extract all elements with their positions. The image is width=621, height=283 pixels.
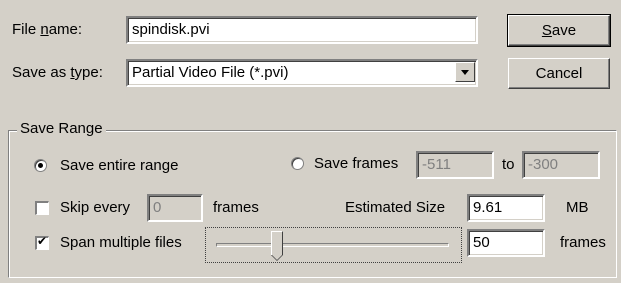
span-frames-input[interactable]: 50 [467, 229, 545, 257]
save-as-type-value: Partial Video File (*.pvi) [132, 64, 289, 81]
slider-thumb[interactable] [271, 231, 284, 261]
span-multiple-files-checkbox[interactable] [35, 234, 49, 250]
skip-every-label: Skip every [60, 199, 131, 216]
skip-every-unit: frames [213, 199, 259, 216]
save-frames-to-input[interactable]: -300 [522, 151, 600, 179]
save-frames-from-input[interactable]: -511 [416, 151, 494, 179]
skip-every-input[interactable]: 0 [147, 194, 203, 222]
skip-every-checkbox[interactable] [35, 201, 49, 215]
span-multiple-files-label: Span multiple files [60, 234, 182, 251]
save-entire-range-radio[interactable] [34, 159, 47, 172]
save-frames-label: Save frames [314, 155, 399, 172]
save-button[interactable]: Save [507, 14, 611, 47]
save-as-type-select[interactable]: Partial Video File (*.pvi) [126, 59, 478, 87]
estimated-size-label: Estimated Size [345, 199, 446, 216]
span-size-slider[interactable] [205, 227, 462, 263]
save-entire-range-label: Save entire range [60, 157, 179, 174]
estimated-size-unit: MB [566, 199, 589, 216]
estimated-size-field: 9.61 [467, 194, 545, 222]
cancel-button[interactable]: Cancel [508, 58, 610, 89]
save-frames-radio[interactable] [291, 157, 304, 170]
span-frames-unit: frames [560, 234, 606, 251]
save-frames-to-label: to [502, 156, 515, 173]
chevron-down-icon[interactable] [455, 62, 475, 82]
file-name-label: File name: [12, 21, 83, 38]
slider-track [216, 243, 449, 247]
file-name-input[interactable]: spindisk.pvi [126, 16, 478, 44]
save-as-type-label: Save as type: [12, 64, 103, 81]
save-range-title: Save Range [17, 120, 106, 138]
